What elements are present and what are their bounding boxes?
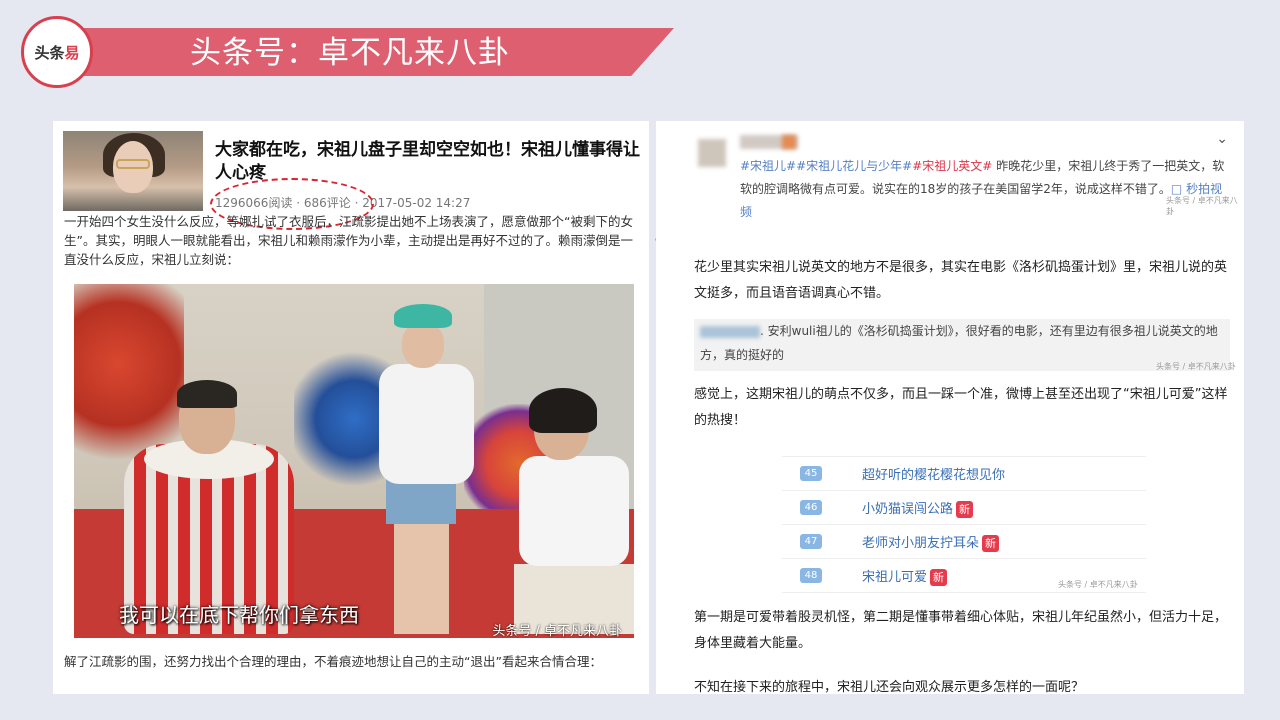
woman-head — [402, 322, 444, 368]
girl-top — [519, 456, 629, 566]
article-paragraph: 花少里其实宋祖儿说英文的地方不是很多，其实在电影《洛杉矶捣蛋计划》里，宋祖儿说的… — [694, 260, 1228, 301]
hot-search-label: 小奶猫误闯公路 — [862, 502, 954, 517]
weibo-comment: . 安利wuli祖儿的《洛杉矶捣蛋计划》，很好看的电影，还有里边有很多祖儿说英文… — [694, 319, 1230, 371]
woman-shorts — [386, 479, 456, 524]
chevron-down-icon[interactable]: ⌄ — [1216, 131, 1228, 147]
scene-person-man — [114, 380, 294, 634]
comment-text: . 安利wuli祖儿的《洛杉矶捣蛋计划》，很好看的电影，还有里边有很多祖儿说英文… — [700, 324, 1218, 362]
scene-person-woman — [354, 304, 484, 634]
woman-cap — [394, 304, 452, 328]
hot-search-label: 宋祖儿可爱 — [862, 570, 928, 585]
weibo-hashtag[interactable]: #宋祖儿# — [740, 159, 796, 173]
hot-list-watermark: 头条号 / 卓不凡来八卦 — [1058, 580, 1138, 589]
right-article-panel: ⌄ #宋祖儿##宋祖儿花儿与少年##宋祖儿英文# 昨晚花少里，宋祖儿终于秀了一把… — [656, 121, 1244, 694]
hot-search-rank: 47 — [800, 534, 822, 549]
hot-search-label: 超好听的樱花樱花想见你 — [862, 468, 1006, 483]
hot-search-label: 老师对小朋友拧耳朵 — [862, 536, 980, 551]
new-badge: 新 — [982, 535, 1000, 552]
article-paragraph: 解了江疏影的围，还努力找出个合理的理由，不着痕迹地想让自己的主动“退出”看起来合… — [64, 654, 602, 669]
weibo-avatar[interactable] — [698, 139, 726, 167]
girl-hair — [529, 388, 597, 433]
hot-search-item[interactable]: 47 老师对小朋友拧耳朵新 — [782, 525, 1146, 559]
thumbnail-glasses — [116, 159, 150, 169]
hot-search-list: 45 超好听的樱花樱花想见你 46 小奶猫误闯公路新 47 老师对小朋友拧耳朵新… — [782, 456, 1146, 593]
hot-search-rank: 45 — [800, 466, 822, 481]
weibo-post: #宋祖儿##宋祖儿花儿与少年##宋祖儿英文# 昨晚花少里，宋祖儿终于秀了一把英文… — [740, 155, 1230, 224]
man-hair — [177, 380, 237, 408]
hot-search-rank: 48 — [800, 568, 822, 583]
article-paragraph: 一开始四个女生没什么反应，等娜扎试了衣服后，江疏影提出她不上场表演了，愿意做那个… — [64, 214, 633, 267]
new-badge: 新 — [956, 501, 974, 518]
scene-person-girl — [514, 388, 634, 634]
article-paragraph: 第一期是可爱带着股灵机怪，第二期是懂事带着细心体贴，宋祖儿年纪虽然小，但活力十足… — [694, 610, 1228, 651]
toutiao-logo: 头条易 — [21, 16, 93, 88]
weibo-hashtag[interactable]: #宋祖儿花儿与少年# — [796, 159, 912, 173]
logo-text: 头条 — [34, 43, 65, 62]
comment-username[interactable] — [700, 325, 760, 338]
image-subtitle: 我可以在底下帮你们拿东西 — [119, 603, 359, 627]
hot-search-text[interactable]: 宋祖儿可爱新 — [862, 566, 948, 586]
left-article-panel: 大家都在吃，宋祖儿盘子里却空空如也！宋祖儿懂事得让人心疼 1296066阅读 ·… — [53, 121, 649, 694]
weibo-badge — [782, 135, 796, 149]
page-title: 头条号：卓不凡来八卦 — [190, 35, 510, 71]
weibo-hashtag[interactable]: #宋祖儿英文# — [912, 159, 992, 173]
hot-search-rank: 46 — [800, 500, 822, 515]
logo-text-accent: 易 — [64, 43, 80, 62]
weibo-watermark: 头条号 / 卓不凡来八卦 — [1166, 196, 1238, 216]
hot-search-text[interactable]: 超好听的樱花樱花想见你 — [862, 464, 1005, 483]
hot-search-item[interactable]: 45 超好听的樱花樱花想见你 — [782, 457, 1146, 491]
comment-watermark: 头条号 / 卓不凡来八卦 — [1156, 362, 1236, 371]
woman-legs — [394, 522, 449, 634]
hot-search-text[interactable]: 小奶猫误闯公路新 — [862, 498, 974, 518]
article-paragraph: 不知在接下来的旅程中，宋祖儿还会向观众展示更多怎样的一面呢？ — [694, 680, 1085, 694]
woman-top — [379, 364, 474, 484]
article-image: 我可以在底下帮你们拿东西 头条号 / 卓不凡来八卦 — [74, 284, 634, 638]
hot-search-text[interactable]: 老师对小朋友拧耳朵新 — [862, 532, 1000, 552]
image-watermark: 头条号 / 卓不凡来八卦 — [492, 624, 622, 638]
hot-search-item[interactable]: 46 小奶猫误闯公路新 — [782, 491, 1146, 525]
article-paragraph: 感觉上，这期宋祖儿的萌点不仅多，而且一踩一个准，微博上甚至还出现了“宋祖儿可爱”… — [694, 387, 1228, 428]
article-thumbnail[interactable] — [63, 131, 203, 211]
new-badge: 新 — [930, 569, 948, 586]
